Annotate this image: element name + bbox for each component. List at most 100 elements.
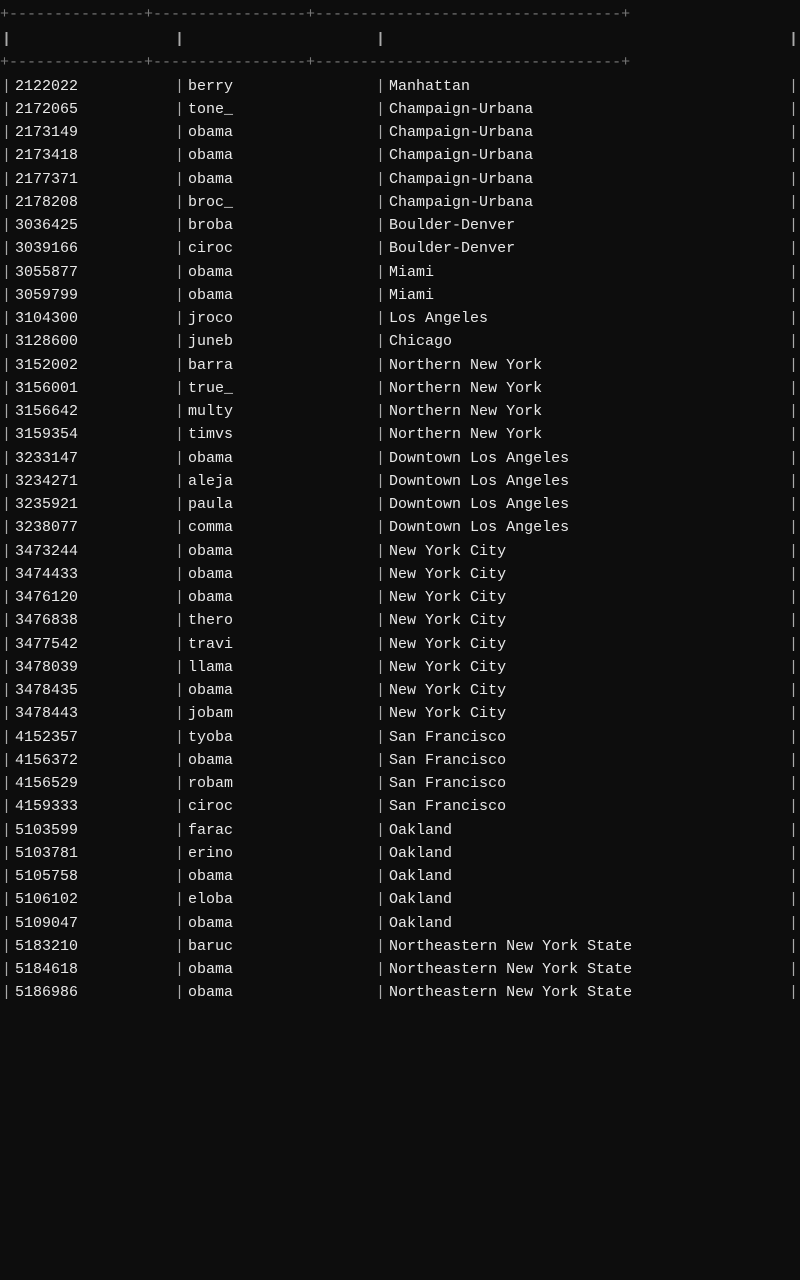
username-cell: comma <box>186 516 374 539</box>
username-cell: timvs <box>186 423 374 446</box>
sep: | <box>374 842 387 865</box>
region-cell: Downtown Los Angeles <box>387 516 787 539</box>
sep: | <box>173 214 186 237</box>
sep: | <box>787 586 800 609</box>
username-cell: juneb <box>186 330 374 353</box>
sep: | <box>787 261 800 284</box>
sep: | <box>374 377 387 400</box>
sep: | <box>0 27 13 53</box>
sep: | <box>0 819 13 842</box>
username-cell: obama <box>186 679 374 702</box>
sep: | <box>374 563 387 586</box>
sep: | <box>0 981 13 1004</box>
sep: | <box>787 98 800 121</box>
table-body: | 2122022 | berry | Manhattan | | 217206… <box>0 75 800 1005</box>
sep: | <box>0 493 13 516</box>
phone-cell: 5103781 <box>13 842 173 865</box>
table-row: | 5186986 | obama | Northeastern New Yor… <box>0 981 800 1004</box>
sep: | <box>374 795 387 818</box>
region-cell: Manhattan <box>387 75 787 98</box>
sep: | <box>173 354 186 377</box>
region-cell: Downtown Los Angeles <box>387 447 787 470</box>
table-row: | 3104300 | jroco | Los Angeles | <box>0 307 800 330</box>
phone-cell: 5183210 <box>13 935 173 958</box>
table-row: | 3039166 | ciroc | Boulder-Denver | <box>0 237 800 260</box>
sep: | <box>0 912 13 935</box>
sep: | <box>173 586 186 609</box>
sep: | <box>374 912 387 935</box>
sep: | <box>374 330 387 353</box>
table-row: | 3476120 | obama | New York City | <box>0 586 800 609</box>
sep: | <box>173 27 186 53</box>
sep: | <box>787 284 800 307</box>
table-row: | 5183210 | baruc | Northeastern New Yor… <box>0 935 800 958</box>
sep: | <box>173 912 186 935</box>
sep: | <box>173 75 186 98</box>
region-cell: New York City <box>387 679 787 702</box>
username-cell: obama <box>186 563 374 586</box>
sep: | <box>787 772 800 795</box>
sep: | <box>0 237 13 260</box>
phone-cell: 3159354 <box>13 423 173 446</box>
sep: | <box>173 656 186 679</box>
region-cell: Boulder-Denver <box>387 214 787 237</box>
username-cell: thero <box>186 609 374 632</box>
table-row: | 3477542 | travi | New York City | <box>0 633 800 656</box>
region-cell: Miami <box>387 284 787 307</box>
sep: | <box>374 772 387 795</box>
sep: | <box>173 609 186 632</box>
table-row: | 5103599 | farac | Oakland | <box>0 819 800 842</box>
region-cell: Northern New York <box>387 423 787 446</box>
region-cell: Oakland <box>387 888 787 911</box>
sep: | <box>374 354 387 377</box>
username-cell: tyoba <box>186 726 374 749</box>
phone-cell: 5106102 <box>13 888 173 911</box>
sep: | <box>0 540 13 563</box>
sep: | <box>374 586 387 609</box>
sep: | <box>374 981 387 1004</box>
sep: | <box>374 400 387 423</box>
sep: | <box>787 400 800 423</box>
username-cell: obama <box>186 540 374 563</box>
sep: | <box>173 935 186 958</box>
sep: | <box>374 98 387 121</box>
phone-cell: 3235921 <box>13 493 173 516</box>
sep: | <box>787 912 800 935</box>
username-cell: obama <box>186 121 374 144</box>
username-cell: multy <box>186 400 374 423</box>
sep: | <box>374 726 387 749</box>
region-cell: Northeastern New York State <box>387 935 787 958</box>
sep: | <box>787 377 800 400</box>
sep: | <box>787 214 800 237</box>
sep: | <box>173 377 186 400</box>
sep: | <box>173 191 186 214</box>
region-cell: Champaign-Urbana <box>387 144 787 167</box>
table-row: | 3478443 | jobam | New York City | <box>0 702 800 725</box>
phone-cell: 4159333 <box>13 795 173 818</box>
username-cell: true_ <box>186 377 374 400</box>
sep: | <box>0 144 13 167</box>
sep: | <box>0 842 13 865</box>
region-cell: Chicago <box>387 330 787 353</box>
table-row: | 3156642 | multy | Northern New York | <box>0 400 800 423</box>
username-cell: farac <box>186 819 374 842</box>
phone-cell: 3104300 <box>13 307 173 330</box>
phone-cell: 3039166 <box>13 237 173 260</box>
phone-cell: 3476120 <box>13 586 173 609</box>
sep: | <box>374 75 387 98</box>
sep: | <box>787 423 800 446</box>
username-cell: tone_ <box>186 98 374 121</box>
sep: | <box>173 307 186 330</box>
sep: | <box>173 400 186 423</box>
sep: | <box>0 121 13 144</box>
sep: | <box>374 958 387 981</box>
sep: | <box>173 284 186 307</box>
table-row: | 3233147 | obama | Downtown Los Angeles… <box>0 447 800 470</box>
phone-cell: 3156001 <box>13 377 173 400</box>
phone-cell: 5103599 <box>13 819 173 842</box>
sep: | <box>374 307 387 330</box>
table-row: | 3159354 | timvs | Northern New York | <box>0 423 800 446</box>
table-row: | 4152357 | tyoba | San Francisco | <box>0 726 800 749</box>
sep: | <box>374 144 387 167</box>
sep: | <box>787 935 800 958</box>
